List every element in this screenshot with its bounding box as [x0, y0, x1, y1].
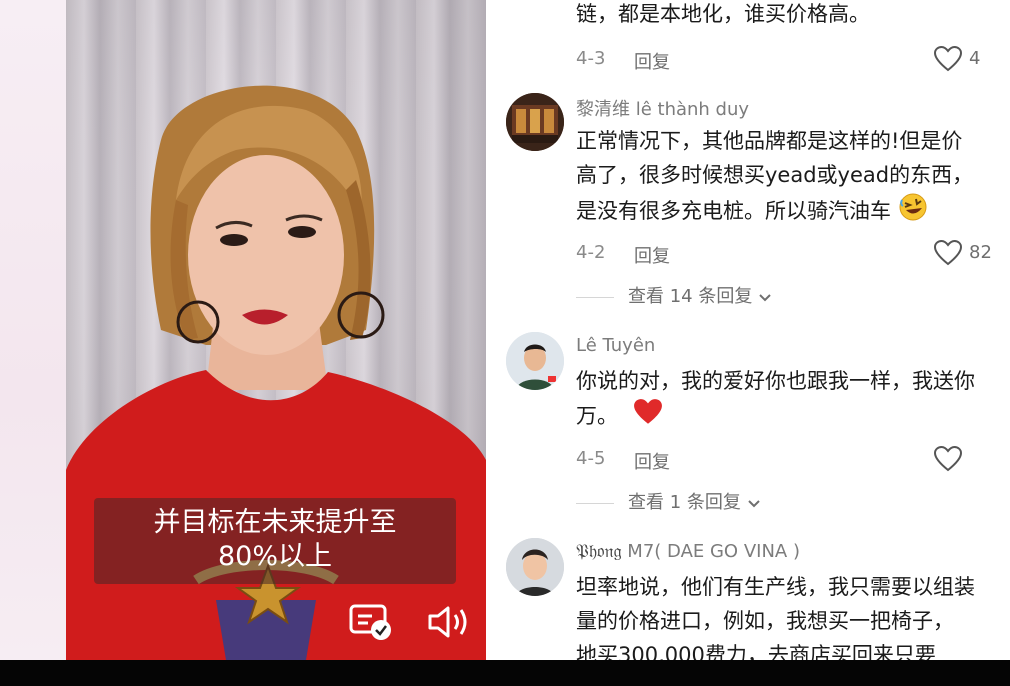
chevron-down-icon: [758, 287, 772, 308]
like-heart-icon[interactable]: [933, 239, 963, 270]
view-replies-link[interactable]: 查看 1 条回复: [576, 488, 761, 514]
like-heart-icon[interactable]: [933, 445, 963, 476]
comment-username[interactable]: Lê Tuyên: [576, 335, 655, 356]
volume-icon[interactable]: [424, 600, 472, 644]
like-count: 82: [969, 242, 992, 263]
comment-text-line: 坦率地说，他们有生产线，我只需要以组装: [576, 575, 975, 599]
comment-username[interactable]: 𝔓𝔥𝔬𝔫𝔤 M7( DAE GO VINA ): [576, 541, 800, 562]
like-heart-icon[interactable]: [933, 45, 963, 76]
reply-button[interactable]: 回复: [634, 448, 670, 474]
red-heart-emoji: [633, 398, 663, 436]
avatar[interactable]: [506, 93, 564, 151]
comment-text-line: 量的价格进口，例如，我想买一把椅子，: [576, 609, 954, 633]
avatar[interactable]: [506, 332, 564, 390]
comment-text-line: 万。: [576, 398, 663, 436]
caption-line-1: 并目标在未来提升至: [153, 507, 397, 538]
divider-line: [576, 502, 614, 504]
view-replies-link[interactable]: 查看 14 条回复: [576, 282, 772, 308]
comment-date: 4-5: [576, 448, 606, 469]
comment-username[interactable]: 黎清维 lê thành duy: [576, 95, 749, 121]
comment-text-line: 你说的对，我的爱好你也跟我一样，我送你: [576, 369, 975, 393]
comment-date: 4-3: [576, 48, 606, 69]
reply-button[interactable]: 回复: [634, 242, 670, 268]
comment-date: 4-2: [576, 242, 606, 263]
caption-line-2: 80%以上: [217, 541, 332, 572]
comments-panel[interactable]: 链，都是本地化，谁买价格高。 4-3 回复 4 黎清维 lê thành duy…: [486, 0, 1010, 660]
video-caption: 并目标在未来提升至 80%以上: [94, 498, 456, 584]
left-background: [0, 0, 66, 660]
comment-text-line: 地买300,000费力，去商店买回来只要: [576, 643, 936, 660]
pip-check-icon[interactable]: [348, 602, 394, 642]
video-player[interactable]: 并目标在未来提升至 80%以上: [66, 0, 486, 660]
comment-text-line: 是没有很多充电桩。所以骑汽油车: [576, 192, 928, 232]
avatar[interactable]: [506, 538, 564, 596]
bottom-black-bar: [0, 660, 1010, 686]
like-count: 4: [969, 48, 981, 69]
rolling-laugh-emoji: [898, 192, 928, 232]
comment-text-line: 正常情况下，其他品牌都是这样的!但是价: [576, 129, 963, 153]
comment-text-line: 高了，很多时候想买yead或yead的东西，: [576, 163, 974, 187]
reply-button[interactable]: 回复: [634, 48, 670, 74]
comment-text: 链，都是本地化，谁买价格高。: [576, 2, 870, 26]
divider-line: [576, 296, 614, 298]
chevron-down-icon: [747, 493, 761, 514]
